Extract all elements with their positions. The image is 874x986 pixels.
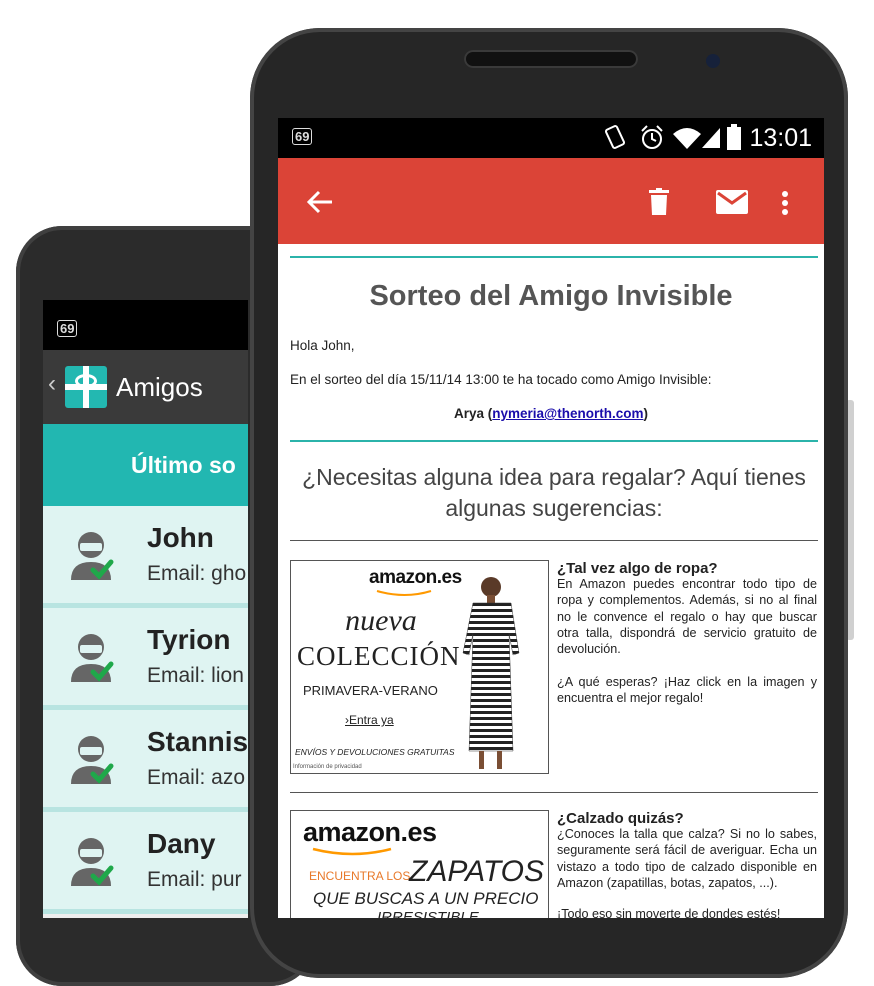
clothing-ad-banner[interactable]: amazon.es nueva COLECCIÓN PRIMAVERA-VERA… [290, 560, 549, 774]
contact-item[interactable]: John Email: gho [43, 506, 248, 608]
delete-icon[interactable] [648, 188, 670, 216]
email-intro: En el sorteo del día 15/11/14 13:00 te h… [290, 372, 712, 387]
friend-line: Arya (nymeria@thenorth.com) [454, 406, 648, 421]
front-phone-screen: 69 13:01 Sorteo del Amigo Invisible Hola… [278, 118, 824, 918]
vibrate-icon [604, 125, 626, 149]
contact-name: John [147, 522, 214, 553]
back-chevron-icon[interactable]: ‹ [48, 370, 56, 398]
contact-item[interactable]: Tyrion Email: lion [43, 608, 248, 710]
contact-name: Stannis [147, 726, 248, 757]
contact-email: Email: lion [147, 664, 244, 687]
contact-email: Email: azo [147, 766, 246, 789]
back-subtitle: Último so [131, 452, 236, 478]
suggestion-text: ¿Conoces la talla que calza? Si no lo sa… [557, 827, 817, 890]
friend-name: Arya [454, 406, 485, 421]
divider [290, 540, 818, 541]
back-app-title: Amigos [116, 372, 203, 402]
more-vert-icon[interactable] [781, 190, 789, 216]
ad-line-3: PRIMAVERA-VERANO [303, 683, 438, 698]
ad-line-4: IRRESISTIBLE [377, 909, 479, 918]
email-title: Sorteo del Amigo Invisible [369, 280, 733, 312]
back-phone-screen: 69 ‹ Amigos Último so John Email: gho Ty… [43, 300, 248, 918]
email-app-bar [278, 158, 824, 244]
contact-item[interactable]: Dany Email: pur [43, 812, 248, 914]
ad-line-3: QUE BUSCAS A UN PRECIO [313, 889, 539, 908]
status-time: 13:01 [749, 124, 812, 152]
person-icon [71, 838, 114, 886]
person-icon [71, 532, 114, 580]
ad-line-1: nueva [345, 604, 417, 637]
contact-name: Tyrion [147, 624, 231, 655]
model-figure-image [462, 577, 520, 769]
divider [290, 440, 818, 442]
divider [290, 256, 818, 258]
contact-email: Email: pur [147, 868, 242, 891]
suggestion-cta: ¿A qué esperas? ¡Haz click en la imagen … [557, 675, 817, 706]
gift-icon [65, 366, 107, 408]
ideas-heading: ¿Necesitas alguna idea para regalar? Aqu… [302, 464, 806, 521]
suggestion-title: ¿Tal vez algo de ropa? [557, 560, 718, 577]
amazon-logo: amazon.es [303, 817, 437, 847]
back-subtitle-bar: Último so [43, 424, 248, 506]
contact-name: Dany [147, 828, 216, 859]
ad-line-1: ENCUENTRA LOS [309, 869, 411, 883]
signal-icon [702, 128, 720, 148]
back-arrow-icon[interactable] [306, 190, 334, 214]
ad-privacy: Información de privacidad [293, 764, 362, 770]
ad-line-2: ZAPATOS [409, 855, 545, 888]
email-greeting: Hola John, [290, 338, 355, 353]
divider [290, 792, 818, 793]
wifi-icon [673, 128, 701, 149]
battery-icon [727, 124, 741, 150]
person-icon [71, 736, 114, 784]
ad-line-2: COLECCIÓN [297, 641, 461, 671]
suggestion-title: ¿Calzado quizás? [557, 810, 684, 827]
alarm-icon [641, 125, 663, 149]
notification-badge: 69 [292, 128, 313, 145]
contact-item[interactable]: Stannis Email: azo [43, 710, 248, 812]
status-bar: 69 13:01 [278, 118, 824, 158]
notification-badge: 69 [57, 320, 78, 337]
ad-footer: ENVÍOS Y DEVOLUCIONES GRATUITAS [295, 747, 455, 757]
friend-email-link[interactable]: nymeria@thenorth.com [492, 406, 643, 421]
suggestion-text: En Amazon puedes encontrar todo tipo de … [557, 577, 817, 657]
mail-icon[interactable] [716, 190, 748, 214]
person-icon [71, 634, 114, 682]
speaker-grille [464, 50, 638, 68]
amazon-smile-icon [312, 847, 392, 856]
ad-link[interactable]: ›Entra ya [345, 713, 394, 727]
email-body: Sorteo del Amigo Invisible Hola John, En… [278, 244, 824, 918]
contact-email: Email: gho [147, 562, 247, 585]
front-camera [706, 54, 720, 68]
amazon-logo: amazon.es [369, 567, 462, 588]
back-app-bar: ‹ Amigos [43, 350, 248, 424]
shoes-ad-banner[interactable]: amazon.es ENCUENTRA LOS ZAPATOS QUE BUSC… [290, 810, 549, 918]
suggestion-cta: ¡Todo eso sin moverte de dondes estés! [557, 907, 781, 918]
back-status-bar: 69 [43, 300, 248, 350]
amazon-smile-icon [376, 590, 432, 596]
